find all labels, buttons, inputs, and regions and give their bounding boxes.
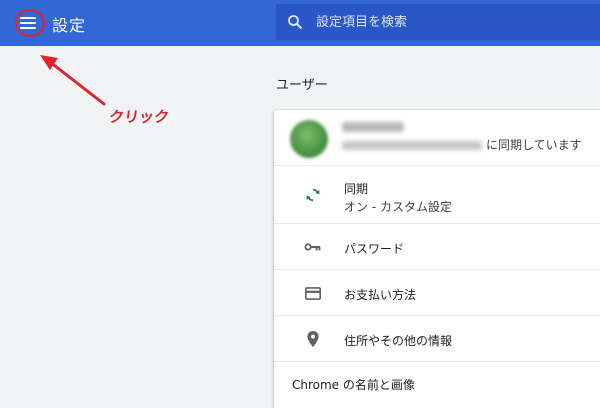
settings-item-label: Chrome の名前と画像 xyxy=(292,378,415,392)
settings-item-password[interactable]: パスワード xyxy=(274,224,600,270)
settings-item-addresses[interactable]: 住所やその他の情報 xyxy=(274,316,600,362)
blurred-account-email xyxy=(342,141,482,150)
blurred-account-name xyxy=(342,122,404,132)
settings-item-label: お支払い方法 xyxy=(344,288,417,302)
sync-status-text: に同期しています xyxy=(486,138,582,152)
sync-icon xyxy=(304,186,322,204)
location-pin-icon xyxy=(304,330,322,348)
settings-item-label: 同期 xyxy=(344,182,369,196)
credit-card-icon xyxy=(304,284,322,302)
click-annotation-label: クリック xyxy=(107,108,171,126)
settings-item-chrome-name-image[interactable]: Chrome の名前と画像 xyxy=(274,362,600,408)
settings-item-sync[interactable]: 同期 オン - カスタム設定 xyxy=(274,166,600,224)
settings-item-label: 住所やその他の情報 xyxy=(344,334,453,348)
settings-item-payment-methods[interactable]: お支払い方法 xyxy=(274,270,600,316)
account-row[interactable]: に同期しています xyxy=(274,110,600,166)
settings-item-sublabel: オン - カスタム設定 xyxy=(344,200,452,214)
key-icon xyxy=(304,238,322,256)
avatar xyxy=(290,120,328,158)
user-settings-card: に同期しています 同期 オン - カスタム設定 パスワード お支払い方法 住所や… xyxy=(274,110,600,408)
settings-item-label: パスワード xyxy=(344,242,405,256)
section-title-user: ユーザー xyxy=(276,78,328,93)
